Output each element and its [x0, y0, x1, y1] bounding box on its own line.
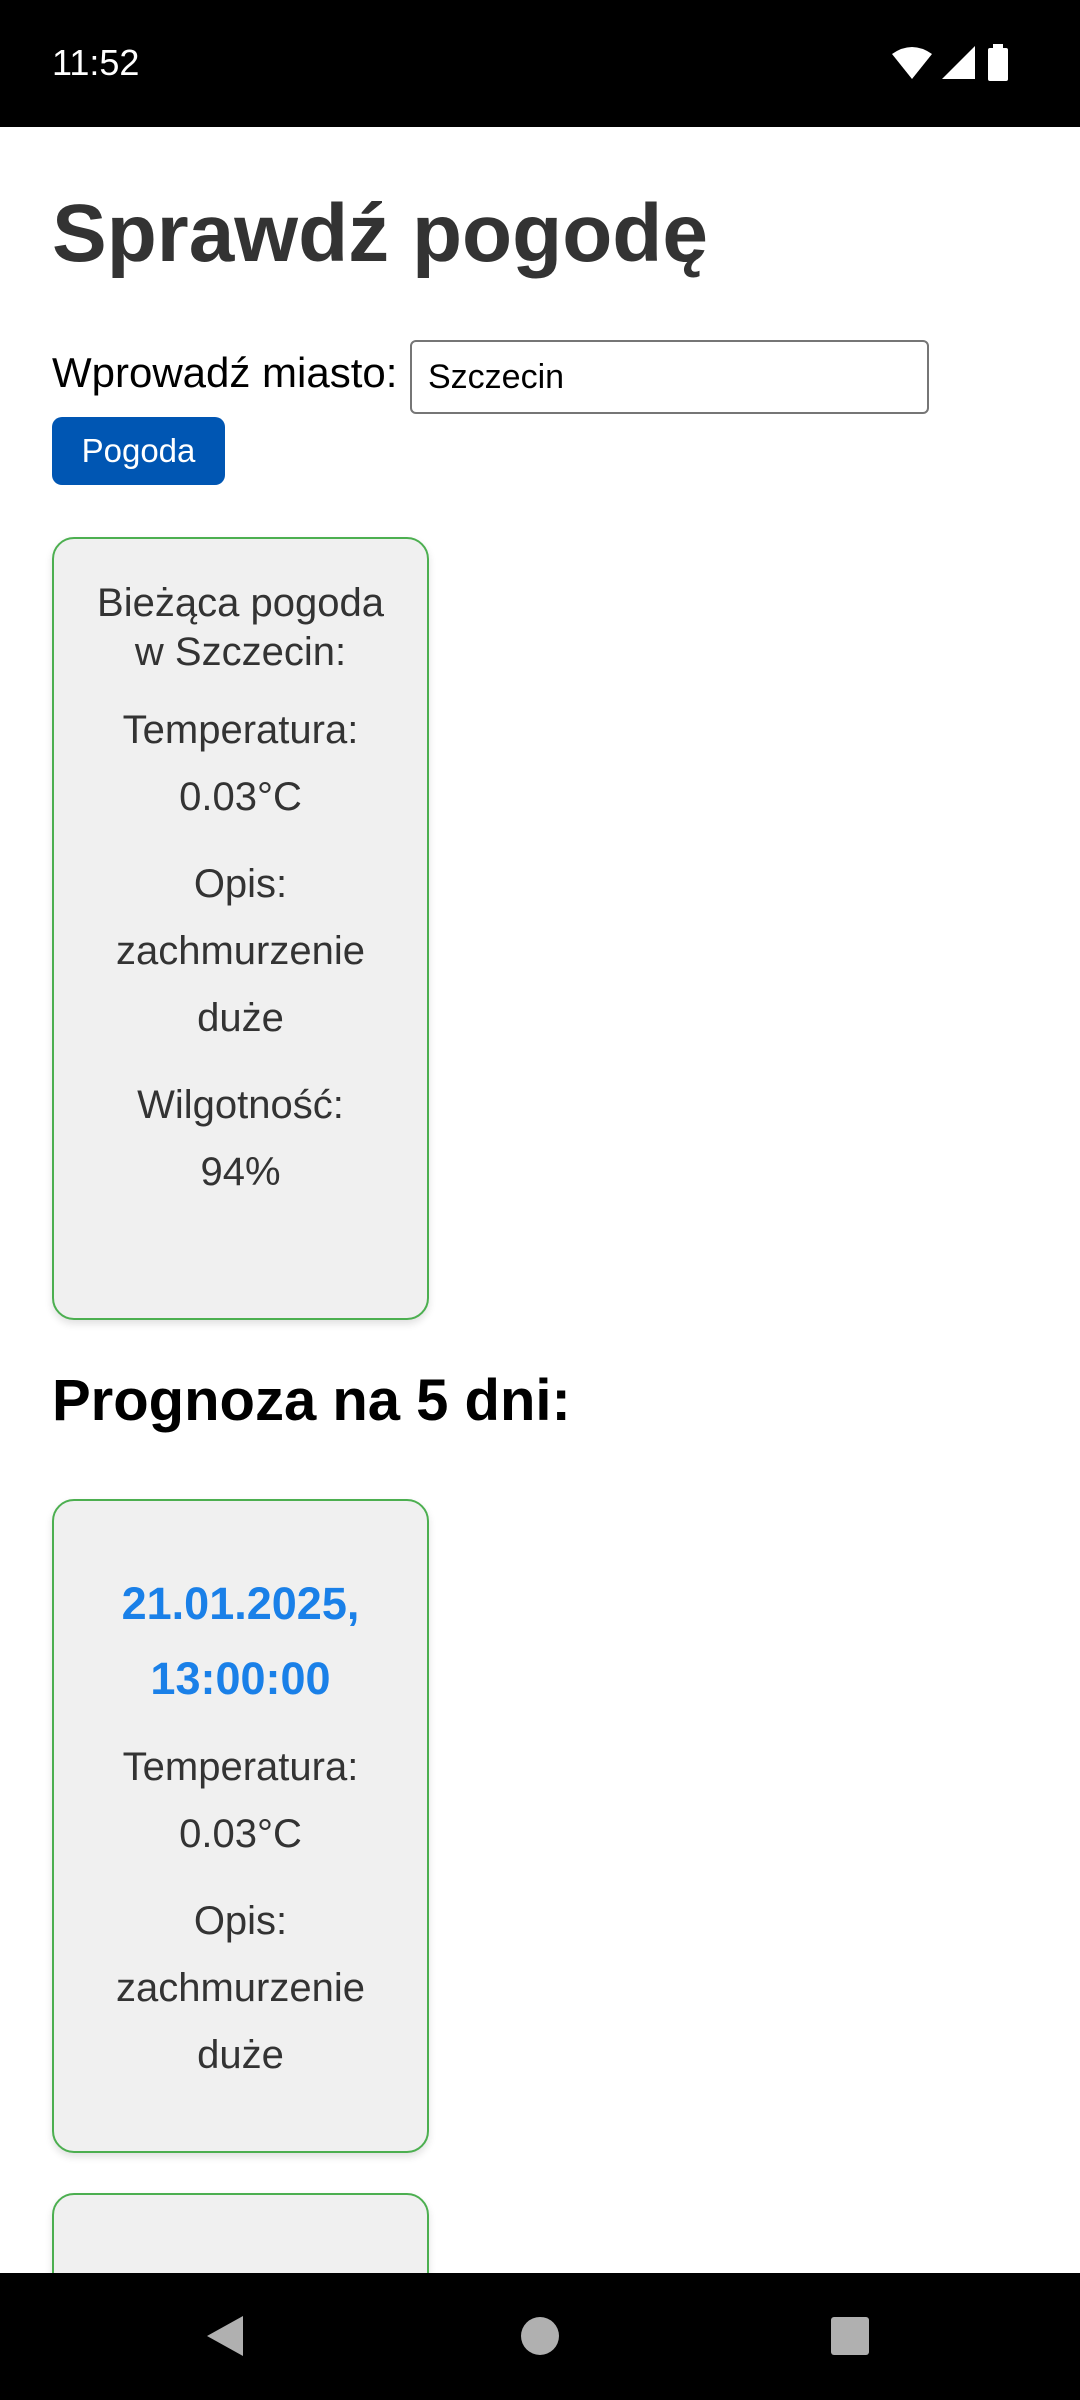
page-title: Sprawdź pogodę [52, 188, 708, 279]
forecast-card: 21.01.2025, 13:00:00 Temperatura: 0.03°C… [52, 1499, 429, 2153]
current-description: Opis: zachmurzenie duże [115, 862, 365, 1040]
current-humidity: Wilgotność: 94% [137, 1083, 344, 1194]
navigation-bar [0, 2273, 1080, 2400]
battery-icon [988, 44, 1008, 81]
current-weather-heading: Bieżąca pogoda w Szczecin: [97, 581, 384, 674]
forecast-title: Prognoza na 5 dni: [52, 1368, 571, 1433]
forecast-description: Opis: zachmurzenie duże [115, 1899, 365, 2077]
wifi-icon [892, 47, 932, 79]
back-icon [207, 2316, 243, 2356]
status-icons [892, 44, 1010, 82]
status-time: 11:52 [52, 42, 140, 83]
home-button[interactable] [510, 2306, 570, 2366]
web-content: Sprawdź pogodę Wprowadź miasto: Pogoda B… [0, 127, 1080, 2273]
forecast-card-next [52, 2193, 429, 2273]
home-icon [521, 2317, 559, 2355]
recents-icon [831, 2317, 869, 2355]
recents-button[interactable] [820, 2306, 880, 2366]
back-button[interactable] [195, 2306, 255, 2366]
current-weather-card: Bieżąca pogoda w Szczecin: Temperatura: … [52, 537, 429, 1320]
city-label: Wprowadź miasto: [52, 349, 398, 396]
city-input[interactable] [410, 340, 929, 414]
forecast-datetime: 21.01.2025, 13:00:00 [121, 1578, 360, 1704]
signal-icon [942, 46, 975, 79]
status-bar: 11:52 [0, 0, 1080, 127]
current-temperature: Temperatura: 0.03°C [122, 708, 359, 819]
forecast-temperature: Temperatura: 0.03°C [122, 1745, 359, 1856]
weather-button[interactable]: Pogoda [52, 417, 225, 485]
